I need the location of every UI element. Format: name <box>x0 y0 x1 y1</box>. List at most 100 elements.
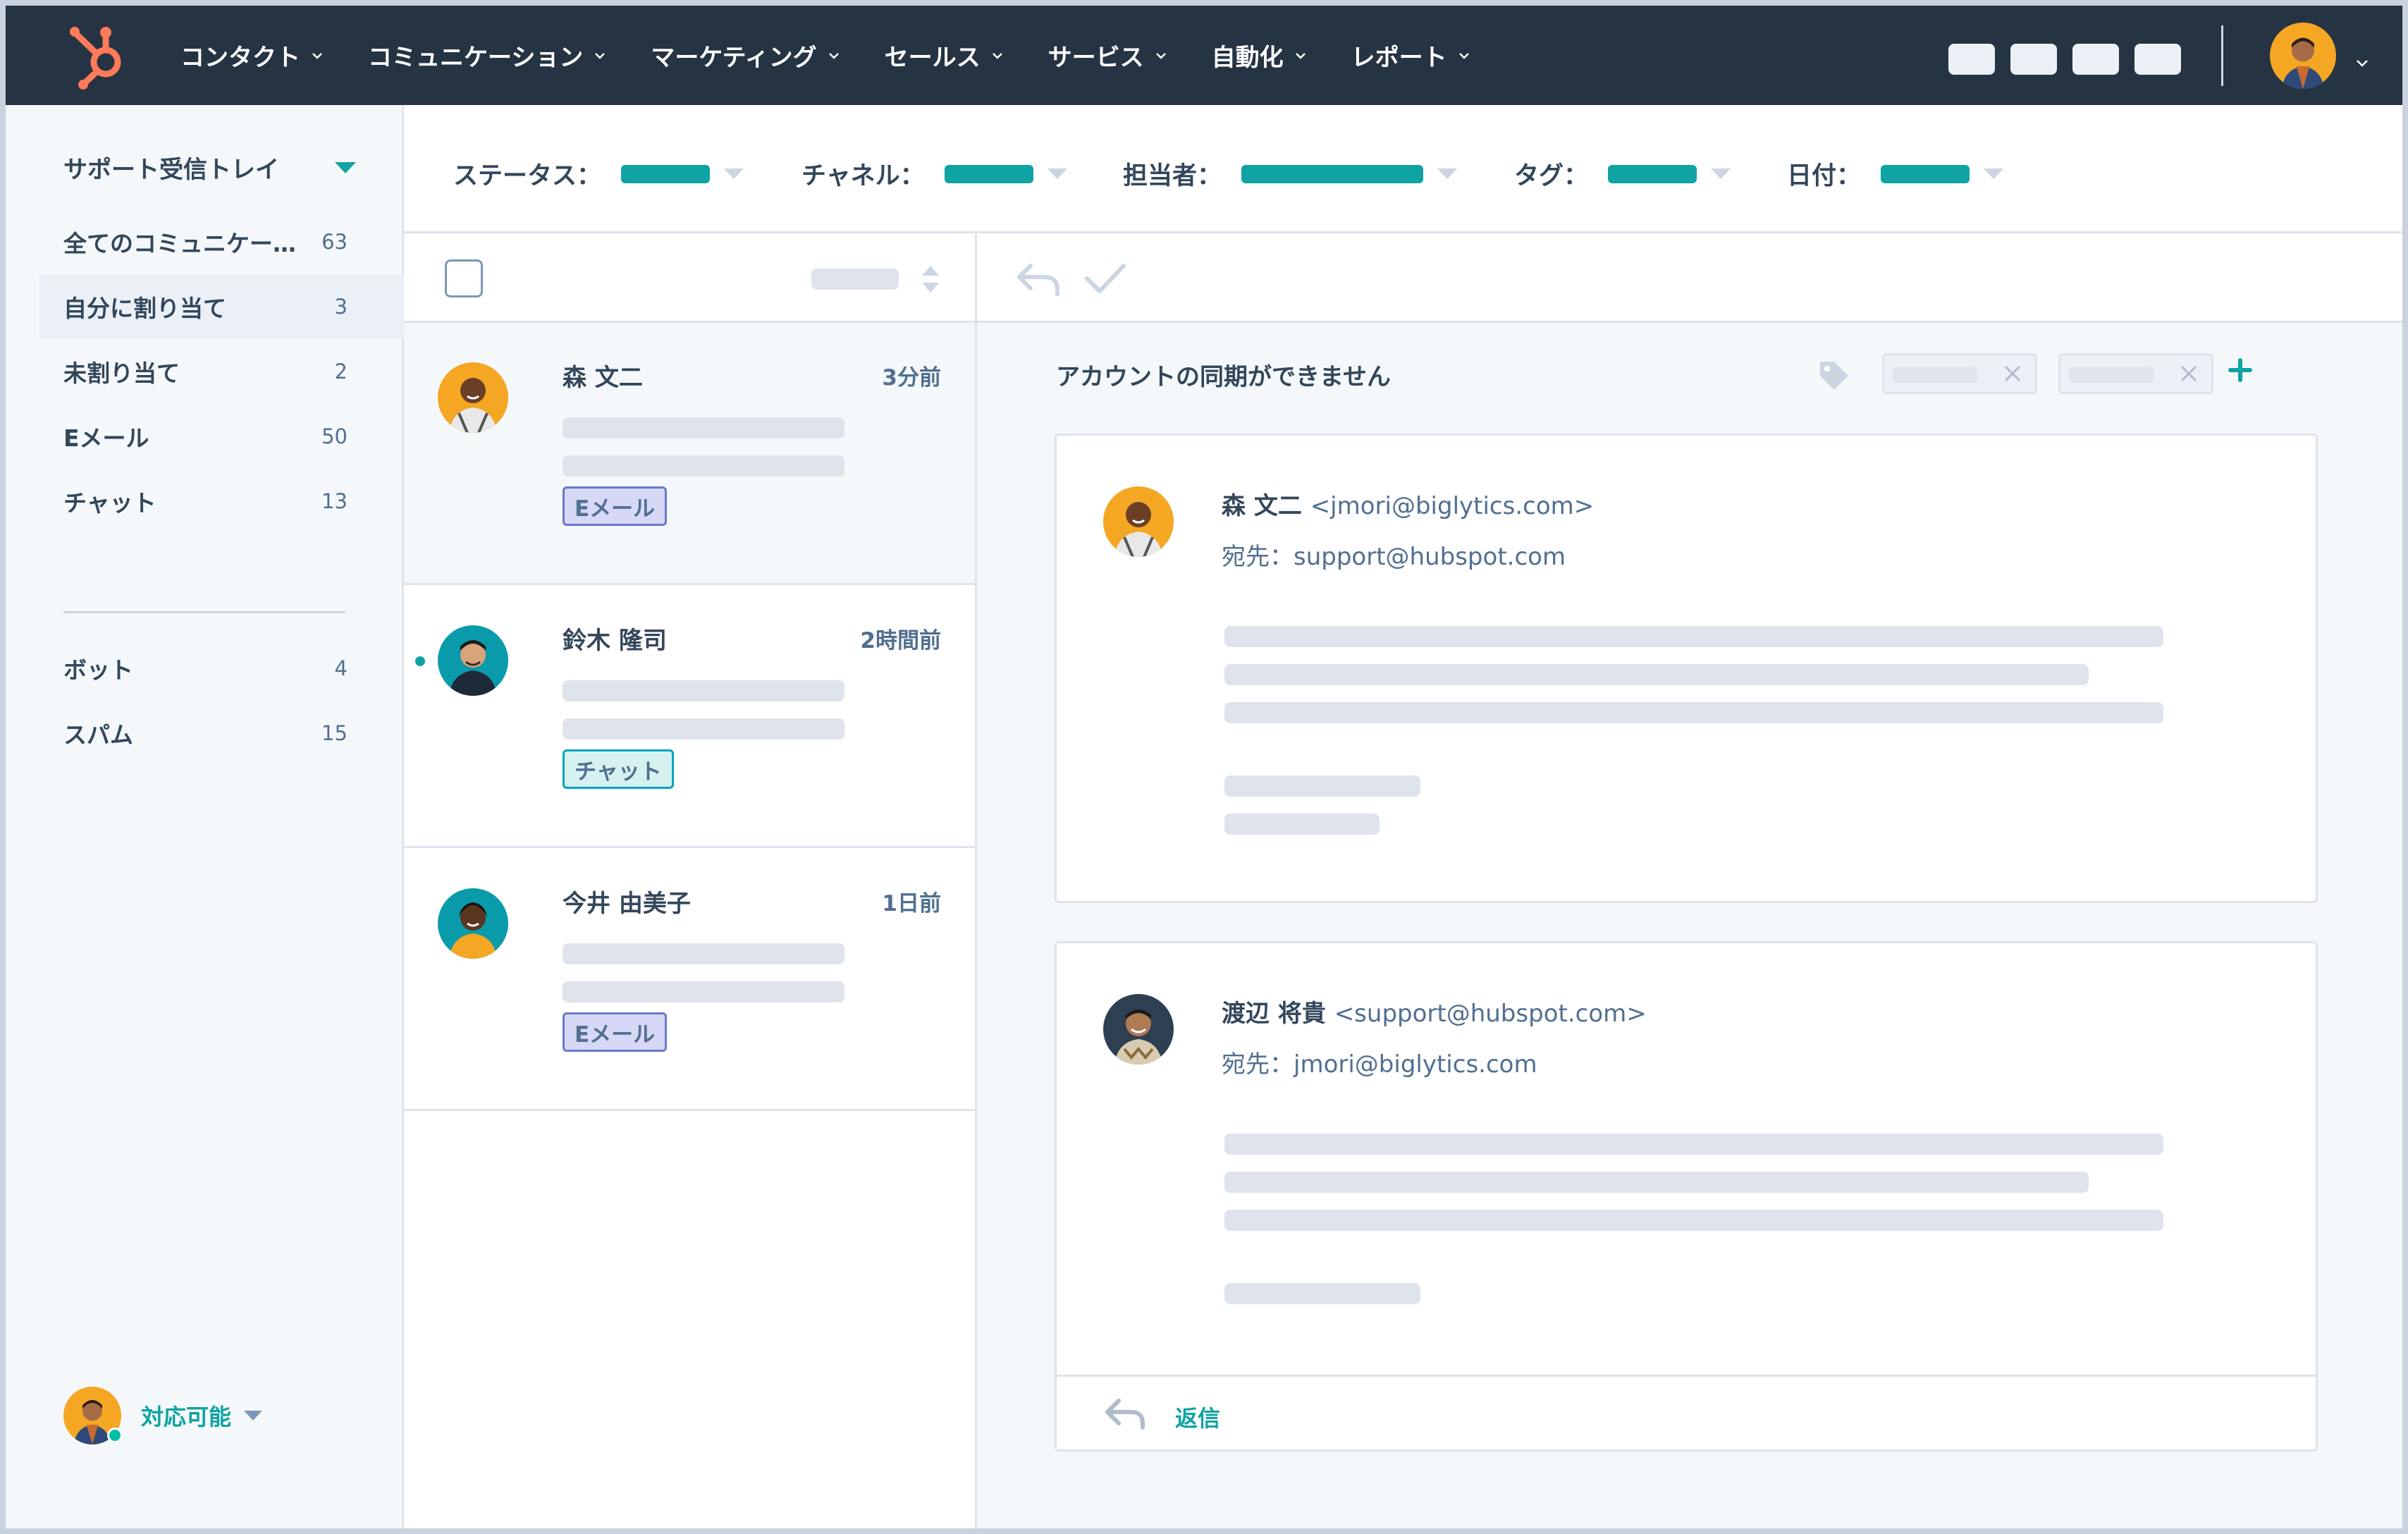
chevron-down-icon <box>595 52 606 59</box>
filter-owner[interactable]: 担当者： <box>1123 156 1458 192</box>
nav-marketing[interactable]: マーケティング <box>651 38 840 73</box>
conversation-time: 2時間前 <box>860 628 941 654</box>
nav-utility-button-3[interactable] <box>2072 44 2119 75</box>
filter-label: タグ： <box>1514 162 1589 190</box>
app-window: コンタクト コミュニケーション マーケティング セールス サービス 自動化 レポ… <box>6 6 2402 1528</box>
account-avatar[interactable] <box>2270 23 2336 89</box>
filter-value-placeholder <box>1881 164 1970 183</box>
caret-down-icon[interactable] <box>335 162 356 173</box>
sort-arrows-icon[interactable] <box>920 260 941 298</box>
user-photo-icon <box>1103 486 1174 557</box>
chevron-down-icon <box>1295 52 1306 59</box>
recipient-line: 宛先：jmori@biglytics.com <box>1222 1050 1537 1079</box>
nav-service[interactable]: サービス <box>1048 38 1168 73</box>
sender-line: 渡辺 将貴 <support@hubspot.com> <box>1222 994 1647 1029</box>
folder-assigned-to-me[interactable]: 自分に割り当て 3 <box>39 275 404 338</box>
agent-avatar <box>63 1387 123 1444</box>
message-card: 渡辺 将貴 <support@hubspot.com> 宛先：jmori@big… <box>1055 941 2318 1452</box>
tag-placeholder <box>1893 367 1977 383</box>
sender-avatar <box>1103 994 1174 1064</box>
user-photo-icon <box>438 362 508 433</box>
nav-conversations[interactable]: コミュニケーション <box>368 38 607 73</box>
nav-automation[interactable]: 自動化 <box>1212 38 1308 73</box>
select-all-checkbox[interactable] <box>445 259 483 297</box>
sender-email: <jmori@biglytics.com> <box>1310 492 1595 520</box>
inbox-sidebar: サポート受信トレイ 全てのコミュニケー… 63 自分に割り当て 3 未割り当て … <box>6 105 404 1528</box>
folder-email[interactable]: Eメール 50 <box>39 405 404 468</box>
sprocket-logo-icon[interactable] <box>65 20 135 90</box>
folder-all-conversations[interactable]: 全てのコミュニケー… 63 <box>39 210 404 274</box>
contact-avatar <box>438 888 508 959</box>
filter-status[interactable]: ステータス： <box>453 156 744 192</box>
availability-label: 対応可能 <box>141 1404 232 1430</box>
filter-tag[interactable]: タグ： <box>1514 156 1731 192</box>
nav-reports[interactable]: レポート <box>1351 38 1471 73</box>
caret-down-icon <box>1711 168 1731 179</box>
nav-utility-button-1[interactable] <box>1948 44 1995 75</box>
thread-toolbar <box>977 233 2402 323</box>
reply-icon <box>1105 1399 1145 1430</box>
contact-name: 今井 由美子 <box>563 890 691 918</box>
filter-value-placeholder <box>621 164 711 183</box>
conversation-item[interactable]: 森 文二 3分前 Eメール <box>404 323 975 585</box>
filter-value-placeholder <box>1608 164 1697 183</box>
sort-dropdown[interactable] <box>811 269 899 290</box>
filter-bar: ステータス： チャネル： 担当者： タグ： 日付： <box>404 105 2402 233</box>
add-tag-plus-icon[interactable] <box>2225 355 2256 386</box>
filter-date[interactable]: 日付： <box>1787 156 2004 192</box>
conversation-item[interactable]: 今井 由美子 1日前 Eメール <box>404 849 975 1111</box>
filter-label: 担当者： <box>1123 162 1222 190</box>
nav-marketing-label: マーケティング <box>651 44 817 72</box>
top-navigation-bar: コンタクト コミュニケーション マーケティング セールス サービス 自動化 レポ… <box>6 6 2402 105</box>
thread-tag-chip[interactable] <box>1882 353 2037 394</box>
folder-unassigned[interactable]: 未割り当て 2 <box>39 340 404 403</box>
contact-name: 森 文二 <box>563 364 643 392</box>
thread-view: アカウントの同期ができません 森 文二 <jmori@biglytics.com… <box>977 233 2402 1528</box>
folder-label: スパム <box>63 721 133 749</box>
chevron-down-icon <box>992 52 1002 59</box>
chevron-down-icon <box>1458 52 1469 59</box>
nav-contacts-label: コンタクト <box>180 44 300 72</box>
folder-spam[interactable]: スパム 15 <box>39 701 404 765</box>
nav-contacts[interactable]: コンタクト <box>180 38 324 73</box>
sender-email: <support@hubspot.com> <box>1334 1000 1647 1028</box>
nav-sales[interactable]: セールス <box>885 38 1005 73</box>
sender-avatar <box>1103 486 1174 557</box>
inbox-selector[interactable]: サポート受信トレイ <box>63 150 279 185</box>
folder-chat[interactable]: チャット 13 <box>39 470 404 533</box>
sender-name: 渡辺 将貴 <box>1222 1000 1326 1028</box>
folder-label: チャット <box>63 489 156 517</box>
chevron-down-icon <box>1155 52 1166 59</box>
chevron-down-icon <box>312 52 322 59</box>
conversation-item[interactable]: 鈴木 隆司 2時間前 チャット <box>404 586 975 848</box>
filter-channel[interactable]: チャネル： <box>801 156 1067 192</box>
conversation-time: 3分前 <box>882 365 941 391</box>
nav-service-label: サービス <box>1048 44 1144 72</box>
body-placeholder <box>1224 814 1380 835</box>
reply-icon[interactable] <box>1014 259 1062 298</box>
tag-icon[interactable] <box>1816 357 1851 393</box>
close-icon[interactable] <box>2001 362 2024 385</box>
folder-count: 13 <box>321 489 348 513</box>
chevron-down-icon <box>828 52 839 59</box>
body-placeholder <box>1224 626 2163 647</box>
nav-utility-button-2[interactable] <box>2010 44 2057 75</box>
filter-label: ステータス： <box>453 162 602 190</box>
body-placeholder <box>1224 1283 1420 1304</box>
folder-count: 2 <box>334 360 348 384</box>
folder-label: 未割り当て <box>63 360 180 387</box>
channel-badge-email: Eメール <box>563 1012 668 1052</box>
preview-placeholder <box>563 680 844 701</box>
availability-selector[interactable]: 対応可能 <box>63 1387 263 1444</box>
nav-utility-button-4[interactable] <box>2134 44 2181 75</box>
folder-count: 15 <box>321 721 348 745</box>
body-placeholder <box>1224 1210 2163 1231</box>
folder-bot[interactable]: ボット 4 <box>39 637 404 700</box>
checkmark-icon[interactable] <box>1081 259 1129 298</box>
chevron-down-icon[interactable] <box>2354 55 2370 70</box>
user-photo-icon <box>438 888 508 959</box>
reply-button[interactable]: 返信 <box>1057 1375 2316 1449</box>
filter-label: チャネル： <box>801 162 925 190</box>
close-icon[interactable] <box>2177 362 2200 385</box>
thread-tag-chip[interactable] <box>2058 353 2213 394</box>
